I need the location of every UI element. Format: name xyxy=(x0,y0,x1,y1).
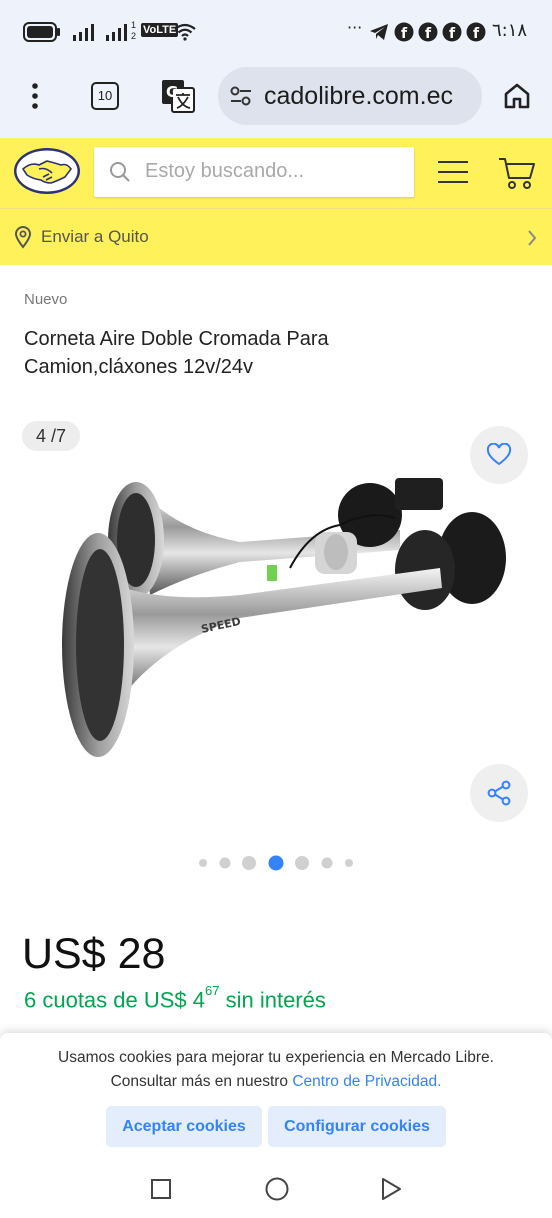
wifi-icon xyxy=(173,22,199,42)
facebook-icon: f xyxy=(466,22,486,42)
share-icon xyxy=(486,780,512,806)
recent-apps-icon[interactable] xyxy=(150,1178,172,1200)
cookie-banner: Usamos cookies para mejorar tu experienc… xyxy=(0,1033,552,1163)
site-settings-icon[interactable] xyxy=(229,86,253,106)
mercadolibre-logo[interactable] xyxy=(13,147,81,195)
battery-icon xyxy=(23,22,61,42)
sim-label: 1 xyxy=(131,20,137,30)
browser-toolbar: 10 G cadolibre.com.ec xyxy=(0,62,552,138)
product-condition: Nuevo xyxy=(24,291,68,308)
back-triangle-icon[interactable] xyxy=(379,1176,403,1202)
pagination-dot xyxy=(345,859,353,867)
pagination-dot xyxy=(199,859,207,867)
status-bar: 1 2 VoLTE ··· f f f f ٦:١٨ xyxy=(0,0,552,62)
tab-switcher-button[interactable]: 10 xyxy=(91,82,119,110)
location-text: Enviar a Quito xyxy=(41,227,149,246)
installments-suffix: sin interés xyxy=(219,987,326,1013)
chevron-right-icon xyxy=(526,229,538,247)
shipping-location-bar[interactable]: Enviar a Quito xyxy=(0,208,552,265)
product-title: Corneta Aire Doble Cromada Para Camion,c… xyxy=(24,328,329,378)
pagination-dot xyxy=(321,857,333,869)
telegram-icon xyxy=(369,23,389,41)
home-icon[interactable] xyxy=(503,82,531,110)
search-input[interactable]: Estoy buscando... xyxy=(94,147,414,197)
more-options-icon[interactable] xyxy=(26,82,44,110)
installments-cents: 67 xyxy=(205,983,220,998)
heart-icon xyxy=(486,442,512,467)
share-button[interactable] xyxy=(470,764,528,822)
privacy-center-link[interactable]: Centro de Privacidad. xyxy=(292,1073,441,1090)
translate-icon[interactable]: G xyxy=(161,79,195,113)
image-pagination xyxy=(0,853,552,873)
menu-icon[interactable] xyxy=(437,159,469,185)
accept-cookies-button[interactable]: Aceptar cookies xyxy=(106,1106,262,1147)
svg-text:f: f xyxy=(473,26,480,42)
system-nav-bar xyxy=(0,1163,552,1218)
clock: ٦:١٨ xyxy=(492,20,528,41)
facebook-icon: f xyxy=(418,22,438,42)
svg-text:f: f xyxy=(449,26,456,42)
facebook-icon: f xyxy=(442,22,462,42)
product-image[interactable]: SPEED xyxy=(40,470,512,780)
signal-icon-sim2 xyxy=(105,22,129,42)
pagination-dot-active xyxy=(268,855,284,871)
configure-cookies-button[interactable]: Configurar cookies xyxy=(268,1106,446,1147)
svg-text:G: G xyxy=(166,83,178,101)
signal-icon xyxy=(72,22,96,42)
pagination-dot xyxy=(242,856,256,870)
location-pin-icon xyxy=(14,225,32,249)
svg-text:f: f xyxy=(401,26,408,42)
address-bar[interactable]: cadolibre.com.ec xyxy=(218,67,482,125)
image-counter: 4 /7 xyxy=(22,421,80,451)
sim-label-2: 2 xyxy=(131,31,137,41)
tab-count: 10 xyxy=(97,88,113,103)
cookie-message: Usamos cookies para mejorar tu experienc… xyxy=(30,1046,522,1094)
svg-text:f: f xyxy=(425,26,432,42)
site-header: Estoy buscando... xyxy=(0,138,552,208)
url-text[interactable]: cadolibre.com.ec xyxy=(264,82,480,111)
installments-prefix: 6 cuotas de US$ 4 xyxy=(24,987,206,1013)
more-notifications: ··· xyxy=(347,18,363,37)
installments-info: 6 cuotas de US$ 467 sin interés xyxy=(24,983,326,1013)
search-icon xyxy=(109,161,131,183)
product-price: US$ 28 xyxy=(22,930,166,978)
pagination-dot xyxy=(295,856,309,870)
search-placeholder: Estoy buscando... xyxy=(145,160,304,182)
cart-icon[interactable] xyxy=(498,156,536,190)
pagination-dot xyxy=(219,857,231,869)
facebook-icon: f xyxy=(394,22,414,42)
home-circle-icon[interactable] xyxy=(264,1176,290,1202)
